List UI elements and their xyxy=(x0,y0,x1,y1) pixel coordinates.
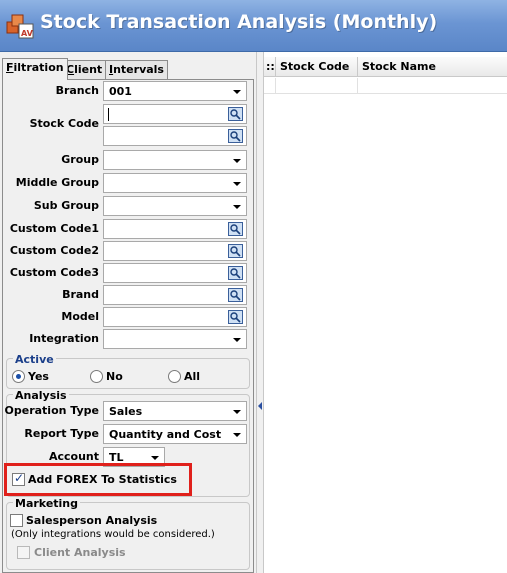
app-logo-icon: AV xyxy=(6,14,34,39)
salesperson-analysis-checkbox[interactable] xyxy=(10,514,23,527)
tab-intervals[interactable]: Intervals xyxy=(105,60,168,79)
results-grid: :: Stock Code Stock Name xyxy=(264,52,507,573)
custom-code2-label: Custom Code2 xyxy=(9,244,99,257)
active-no-radio[interactable] xyxy=(90,370,103,383)
active-yes-label: Yes xyxy=(28,370,49,383)
stock-code-to-field[interactable] xyxy=(103,126,247,146)
marketing-group-title: Marketing xyxy=(13,497,81,510)
client-analysis-label: Client Analysis xyxy=(34,546,126,559)
report-type-value: Quantity and Cost xyxy=(109,428,222,441)
lookup-icon[interactable] xyxy=(228,310,243,324)
tab-client[interactable]: Client xyxy=(62,60,107,79)
analysis-group-title: Analysis xyxy=(13,389,69,402)
chevron-down-icon xyxy=(151,456,159,460)
lookup-icon[interactable] xyxy=(228,266,243,280)
custom-code3-field[interactable] xyxy=(103,263,247,283)
brand-label: Brand xyxy=(62,288,99,301)
operation-type-dropdown[interactable]: Sales xyxy=(103,401,247,421)
middle-group-label: Middle Group xyxy=(15,176,99,189)
highlight-annotation xyxy=(4,463,192,496)
model-field[interactable] xyxy=(103,307,247,327)
group-dropdown[interactable] xyxy=(103,150,247,170)
text-cursor xyxy=(108,108,109,121)
active-group-title: Active xyxy=(13,353,56,366)
title-bar: AV Stock Transaction Analysis (Monthly) xyxy=(0,0,507,52)
panel-splitter[interactable] xyxy=(256,52,264,573)
row-indicator-cell xyxy=(264,78,276,94)
branch-label: Branch xyxy=(55,84,99,97)
branch-value: 001 xyxy=(109,85,132,98)
grid-header: :: Stock Code Stock Name xyxy=(264,57,507,77)
column-header-stock-code[interactable]: Stock Code xyxy=(276,57,358,77)
chevron-down-icon xyxy=(233,433,241,437)
filtration-tab-body: Branch 001 Stock Code Group Middle Group… xyxy=(2,79,254,573)
operation-type-value: Sales xyxy=(109,405,143,418)
active-all-label: All xyxy=(184,370,201,383)
middle-group-dropdown[interactable] xyxy=(103,173,247,193)
custom-code2-field[interactable] xyxy=(103,241,247,261)
sub-group-label: Sub Group xyxy=(33,199,99,212)
chevron-down-icon xyxy=(233,182,241,186)
custom-code3-label: Custom Code3 xyxy=(9,266,99,279)
report-type-dropdown[interactable]: Quantity and Cost xyxy=(103,424,247,444)
custom-code1-label: Custom Code1 xyxy=(9,222,99,235)
stock-code-from-field[interactable] xyxy=(103,104,247,124)
lookup-icon[interactable] xyxy=(228,244,243,258)
collapse-arrow-icon[interactable] xyxy=(258,402,262,410)
lookup-icon[interactable] xyxy=(228,222,243,236)
tab-filtration[interactable]: Filtration xyxy=(2,58,68,80)
model-label: Model xyxy=(61,310,99,323)
branch-dropdown[interactable]: 001 xyxy=(103,81,247,101)
brand-field[interactable] xyxy=(103,285,247,305)
chevron-down-icon xyxy=(233,410,241,414)
custom-code1-field[interactable] xyxy=(103,219,247,239)
sub-group-dropdown[interactable] xyxy=(103,196,247,216)
active-all-radio[interactable] xyxy=(168,370,181,383)
integration-label: Integration xyxy=(29,332,99,345)
row-indicator-header[interactable]: :: xyxy=(264,57,276,77)
chevron-down-icon xyxy=(233,205,241,209)
salesperson-analysis-label: Salesperson Analysis xyxy=(26,514,158,527)
stock-code-cell[interactable] xyxy=(276,78,358,94)
chevron-down-icon xyxy=(233,338,241,342)
stock-name-cell[interactable] xyxy=(358,78,507,94)
active-yes-radio[interactable] xyxy=(12,370,25,383)
account-label: Account xyxy=(48,450,99,463)
svg-text:AV: AV xyxy=(21,29,34,38)
lookup-icon[interactable] xyxy=(228,288,243,302)
tab-strip: Filtration Client Intervals xyxy=(2,58,254,80)
operation-type-label: Operation Type xyxy=(4,404,99,417)
column-header-stock-name[interactable]: Stock Name xyxy=(358,57,507,77)
active-no-label: No xyxy=(106,370,123,383)
report-type-label: Report Type xyxy=(24,427,99,440)
stock-code-label: Stock Code xyxy=(29,117,99,130)
group-label: Group xyxy=(61,153,99,166)
integration-dropdown[interactable] xyxy=(103,329,247,349)
client-analysis-checkbox[interactable] xyxy=(17,546,30,559)
lookup-icon[interactable] xyxy=(228,107,243,121)
integrations-note: (Only integrations would be considered.) xyxy=(11,529,215,540)
chevron-down-icon xyxy=(233,90,241,94)
chevron-down-icon xyxy=(233,159,241,163)
table-row[interactable] xyxy=(264,78,507,94)
window-title: Stock Transaction Analysis (Monthly) xyxy=(40,11,438,33)
lookup-icon[interactable] xyxy=(228,129,243,143)
